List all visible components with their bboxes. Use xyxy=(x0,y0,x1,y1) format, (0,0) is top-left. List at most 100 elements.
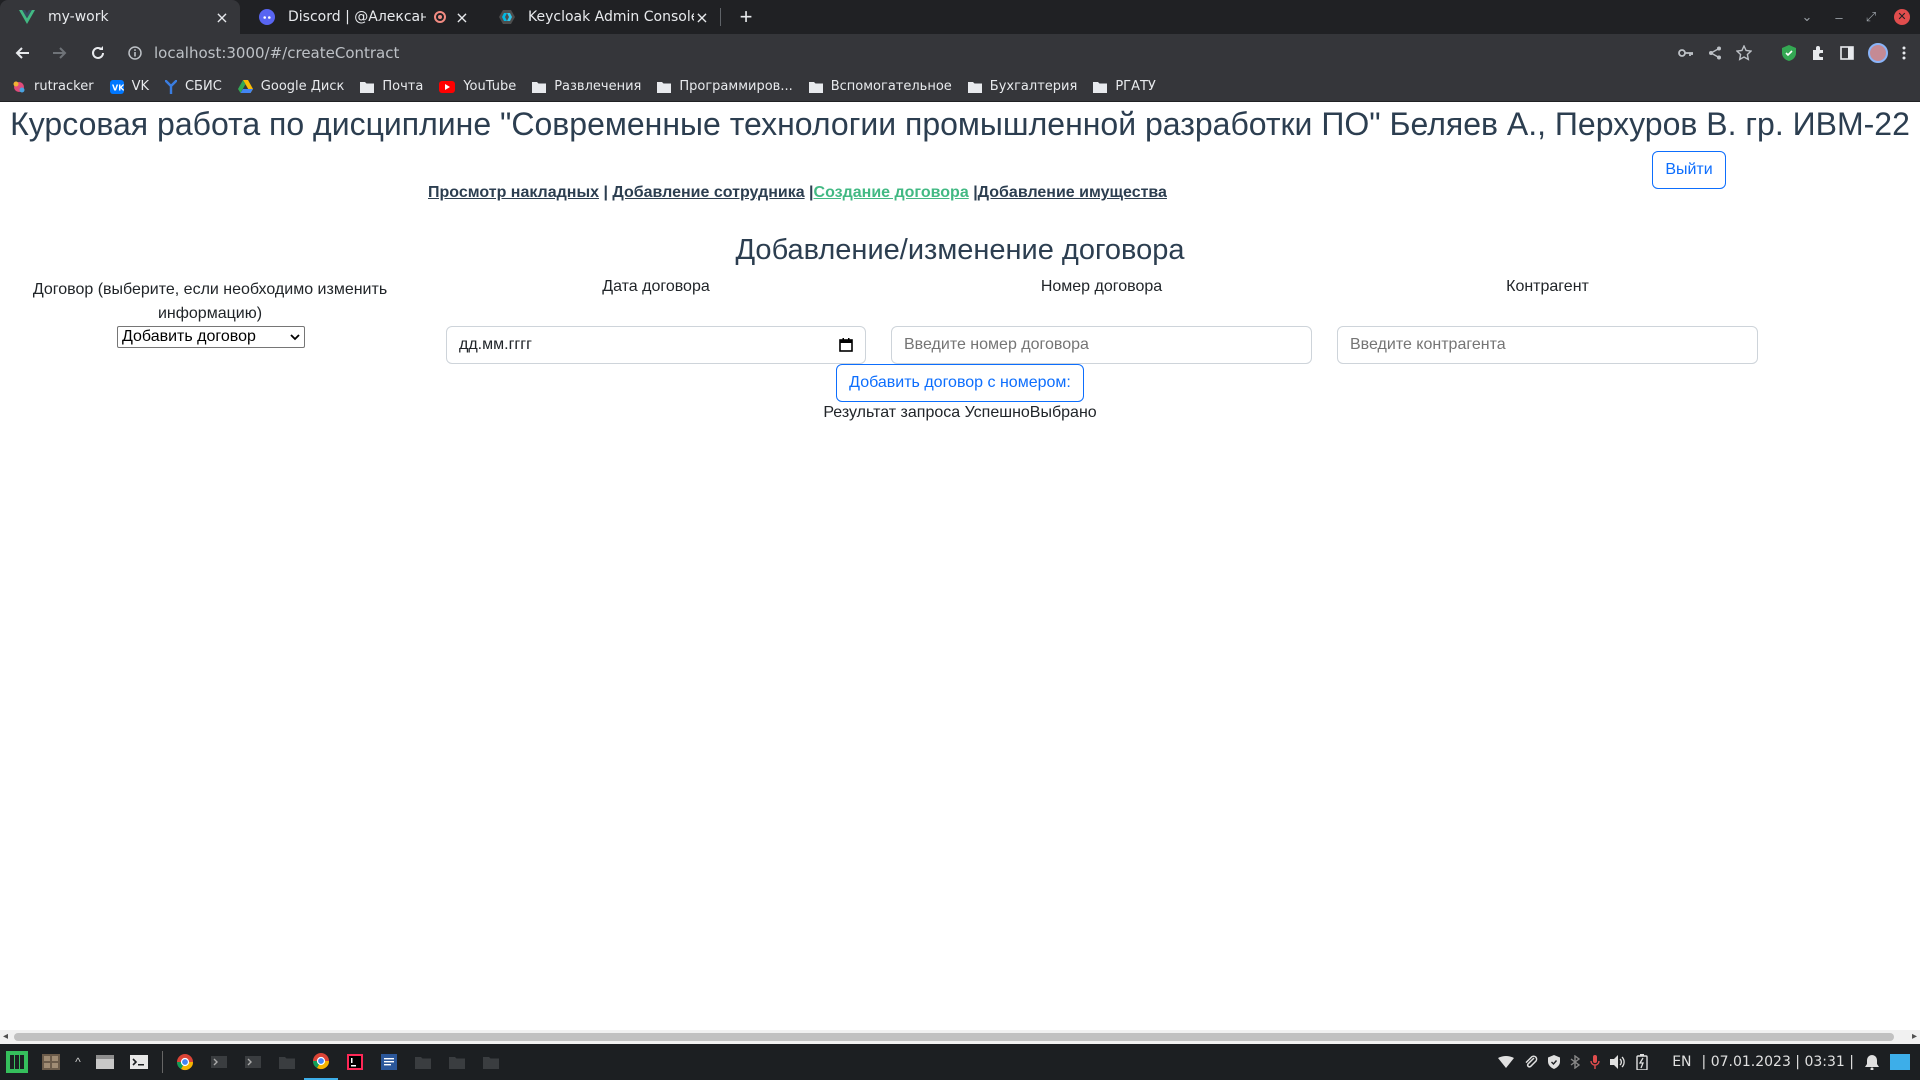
bookmark-label: СБИС xyxy=(184,79,222,94)
bookmark-label: Почта xyxy=(382,79,424,94)
workspace-switcher-icon[interactable] xyxy=(34,1044,68,1080)
page-title: Курсовая работа по дисциплине "Современн… xyxy=(10,106,1910,142)
profile-avatar[interactable] xyxy=(1868,43,1888,63)
bookmark-folder-buhgalteriya[interactable]: Бухгалтерия xyxy=(967,79,1077,94)
microphone-icon[interactable] xyxy=(1590,1055,1600,1069)
clock[interactable]: | 07.01.2023 | 03:31 | xyxy=(1702,1054,1854,1070)
scroll-right-icon[interactable]: ▸ xyxy=(1912,1031,1917,1042)
taskbar-divider xyxy=(156,1044,168,1080)
tab-title: Keycloak Admin Console xyxy=(528,9,694,25)
tab-search-icon[interactable]: ⌄ xyxy=(1798,9,1816,25)
file-manager-icon[interactable] xyxy=(88,1044,122,1080)
key-icon[interactable] xyxy=(1678,47,1694,59)
minimize-icon[interactable]: – xyxy=(1830,10,1848,25)
calendar-icon[interactable] xyxy=(839,338,853,352)
battery-icon[interactable] xyxy=(1636,1054,1648,1070)
terminal-window-icon[interactable] xyxy=(236,1044,270,1080)
side-panel-icon[interactable] xyxy=(1840,46,1854,60)
tab-title: my-work xyxy=(48,9,109,25)
bookmark-folder-programmirovanie[interactable]: Программиров... xyxy=(657,79,793,94)
logout-button[interactable]: Выйти xyxy=(1652,151,1726,189)
contract-number-input[interactable] xyxy=(891,326,1312,364)
tab-keycloak[interactable]: Keycloak Admin Console × xyxy=(480,0,720,34)
bookmark-google-drive[interactable]: Google Диск xyxy=(237,79,345,94)
youtube-icon xyxy=(439,80,456,93)
horizontal-scrollbar[interactable]: ◂ ▸ xyxy=(0,1030,1920,1044)
os-taskbar: ^ EN | 07.01.2023 | 03:31 | xyxy=(0,1044,1920,1080)
scrollbar-thumb[interactable] xyxy=(14,1033,1894,1041)
browser-tab-bar: my-work × Discord | @Александр Б × Keycl… xyxy=(0,0,1920,34)
wifi-icon[interactable] xyxy=(1498,1056,1515,1068)
terminal-window-icon[interactable] xyxy=(202,1044,236,1080)
bookmark-vk[interactable]: VK VK xyxy=(109,79,149,94)
request-result-text: Результат запроса УспешноВыбрано xyxy=(823,404,1097,421)
folder-window-icon[interactable] xyxy=(406,1044,440,1080)
reload-icon[interactable] xyxy=(82,37,114,69)
new-tab-button[interactable]: + xyxy=(729,0,763,34)
chevron-down-icon xyxy=(290,333,300,341)
bookmark-label: rutracker xyxy=(34,79,94,94)
bookmark-label: РГАТУ xyxy=(1115,79,1156,94)
folder-window-icon[interactable] xyxy=(440,1044,474,1080)
bookmark-rutracker[interactable]: rutracker xyxy=(12,79,94,94)
scroll-left-icon[interactable]: ◂ xyxy=(3,1031,8,1042)
tab-my-work[interactable]: my-work × xyxy=(0,0,240,34)
paperclip-icon[interactable] xyxy=(1524,1055,1538,1069)
chromium-icon[interactable] xyxy=(168,1044,202,1080)
text-editor-icon[interactable] xyxy=(372,1044,406,1080)
nav-link-add-property[interactable]: Добавление имущества xyxy=(978,184,1167,201)
expand-arrow-icon[interactable]: ^ xyxy=(68,1044,88,1080)
app-menu-icon[interactable] xyxy=(0,1044,34,1080)
contract-date-input[interactable]: дд.мм.гггг xyxy=(446,326,866,364)
page-content: Курсовая работа по дисциплине "Современн… xyxy=(0,103,1920,1032)
bookmark-label: Google Диск xyxy=(260,79,345,94)
notifications-bell-icon[interactable] xyxy=(1864,1054,1880,1070)
vue-icon xyxy=(18,8,36,26)
close-tab-icon[interactable]: × xyxy=(694,8,710,27)
nav-link-invoices[interactable]: Просмотр накладных xyxy=(428,184,599,201)
show-desktop-icon[interactable] xyxy=(1890,1054,1910,1070)
nav-link-add-employee[interactable]: Добавление сотрудника xyxy=(612,184,804,201)
site-info-icon[interactable] xyxy=(128,46,142,60)
star-icon[interactable] xyxy=(1736,45,1752,61)
extensions-icon[interactable] xyxy=(1810,45,1826,61)
close-tab-icon[interactable]: × xyxy=(214,8,230,27)
tab-discord[interactable]: Discord | @Александр Б × xyxy=(240,0,480,34)
bookmark-folder-pochta[interactable]: Почта xyxy=(360,79,423,94)
forward-icon[interactable] xyxy=(44,37,76,69)
security-shield-icon[interactable] xyxy=(1548,1055,1561,1069)
tab-title: Discord | @Александр Б xyxy=(288,9,426,25)
chrome-window-icon[interactable] xyxy=(304,1044,338,1080)
browser-toolbar: localhost:3000/#/createContract xyxy=(0,34,1920,72)
recording-icon xyxy=(434,11,446,23)
folder-window-icon[interactable] xyxy=(474,1044,508,1080)
bookmark-youtube[interactable]: YouTube xyxy=(439,79,516,94)
rutracker-icon xyxy=(12,80,26,94)
counterparty-input[interactable] xyxy=(1337,326,1758,364)
menu-kebab-icon[interactable] xyxy=(1902,46,1906,60)
contract-select[interactable]: Добавить договор xyxy=(117,326,305,348)
intellij-icon[interactable] xyxy=(338,1044,372,1080)
form-title: Добавление/изменение договора xyxy=(735,234,1185,266)
bookmark-folder-vspomogatelnoe[interactable]: Вспомогательное xyxy=(808,79,952,94)
bookmark-folder-razvlecheniya[interactable]: Развлечения xyxy=(532,79,641,94)
close-window-icon[interactable]: ✕ xyxy=(1894,9,1910,25)
back-icon[interactable] xyxy=(6,37,38,69)
add-contract-button[interactable]: Добавить договор с номером: xyxy=(836,364,1084,402)
window-controls: ⌄ – ⤢ ✕ xyxy=(1798,0,1920,34)
counterparty-label: Контрагент xyxy=(1506,278,1589,295)
tab-separator xyxy=(720,8,721,26)
bookmark-sbis[interactable]: СБИС xyxy=(164,79,222,94)
bluetooth-icon[interactable] xyxy=(1570,1055,1581,1069)
restore-icon[interactable]: ⤢ xyxy=(1862,9,1880,25)
volume-icon[interactable] xyxy=(1610,1055,1626,1069)
bookmark-folder-rgatu[interactable]: РГАТУ xyxy=(1093,79,1156,94)
shield-extension-icon[interactable] xyxy=(1782,45,1796,61)
share-icon[interactable] xyxy=(1708,46,1722,60)
keyboard-layout-indicator[interactable]: EN xyxy=(1672,1054,1691,1070)
address-bar[interactable]: localhost:3000/#/createContract xyxy=(128,38,1678,68)
nav-link-create-contract[interactable]: Создание договора xyxy=(814,184,969,201)
folder-window-icon[interactable] xyxy=(270,1044,304,1080)
close-tab-icon[interactable]: × xyxy=(454,8,470,27)
terminal-icon[interactable] xyxy=(122,1044,156,1080)
